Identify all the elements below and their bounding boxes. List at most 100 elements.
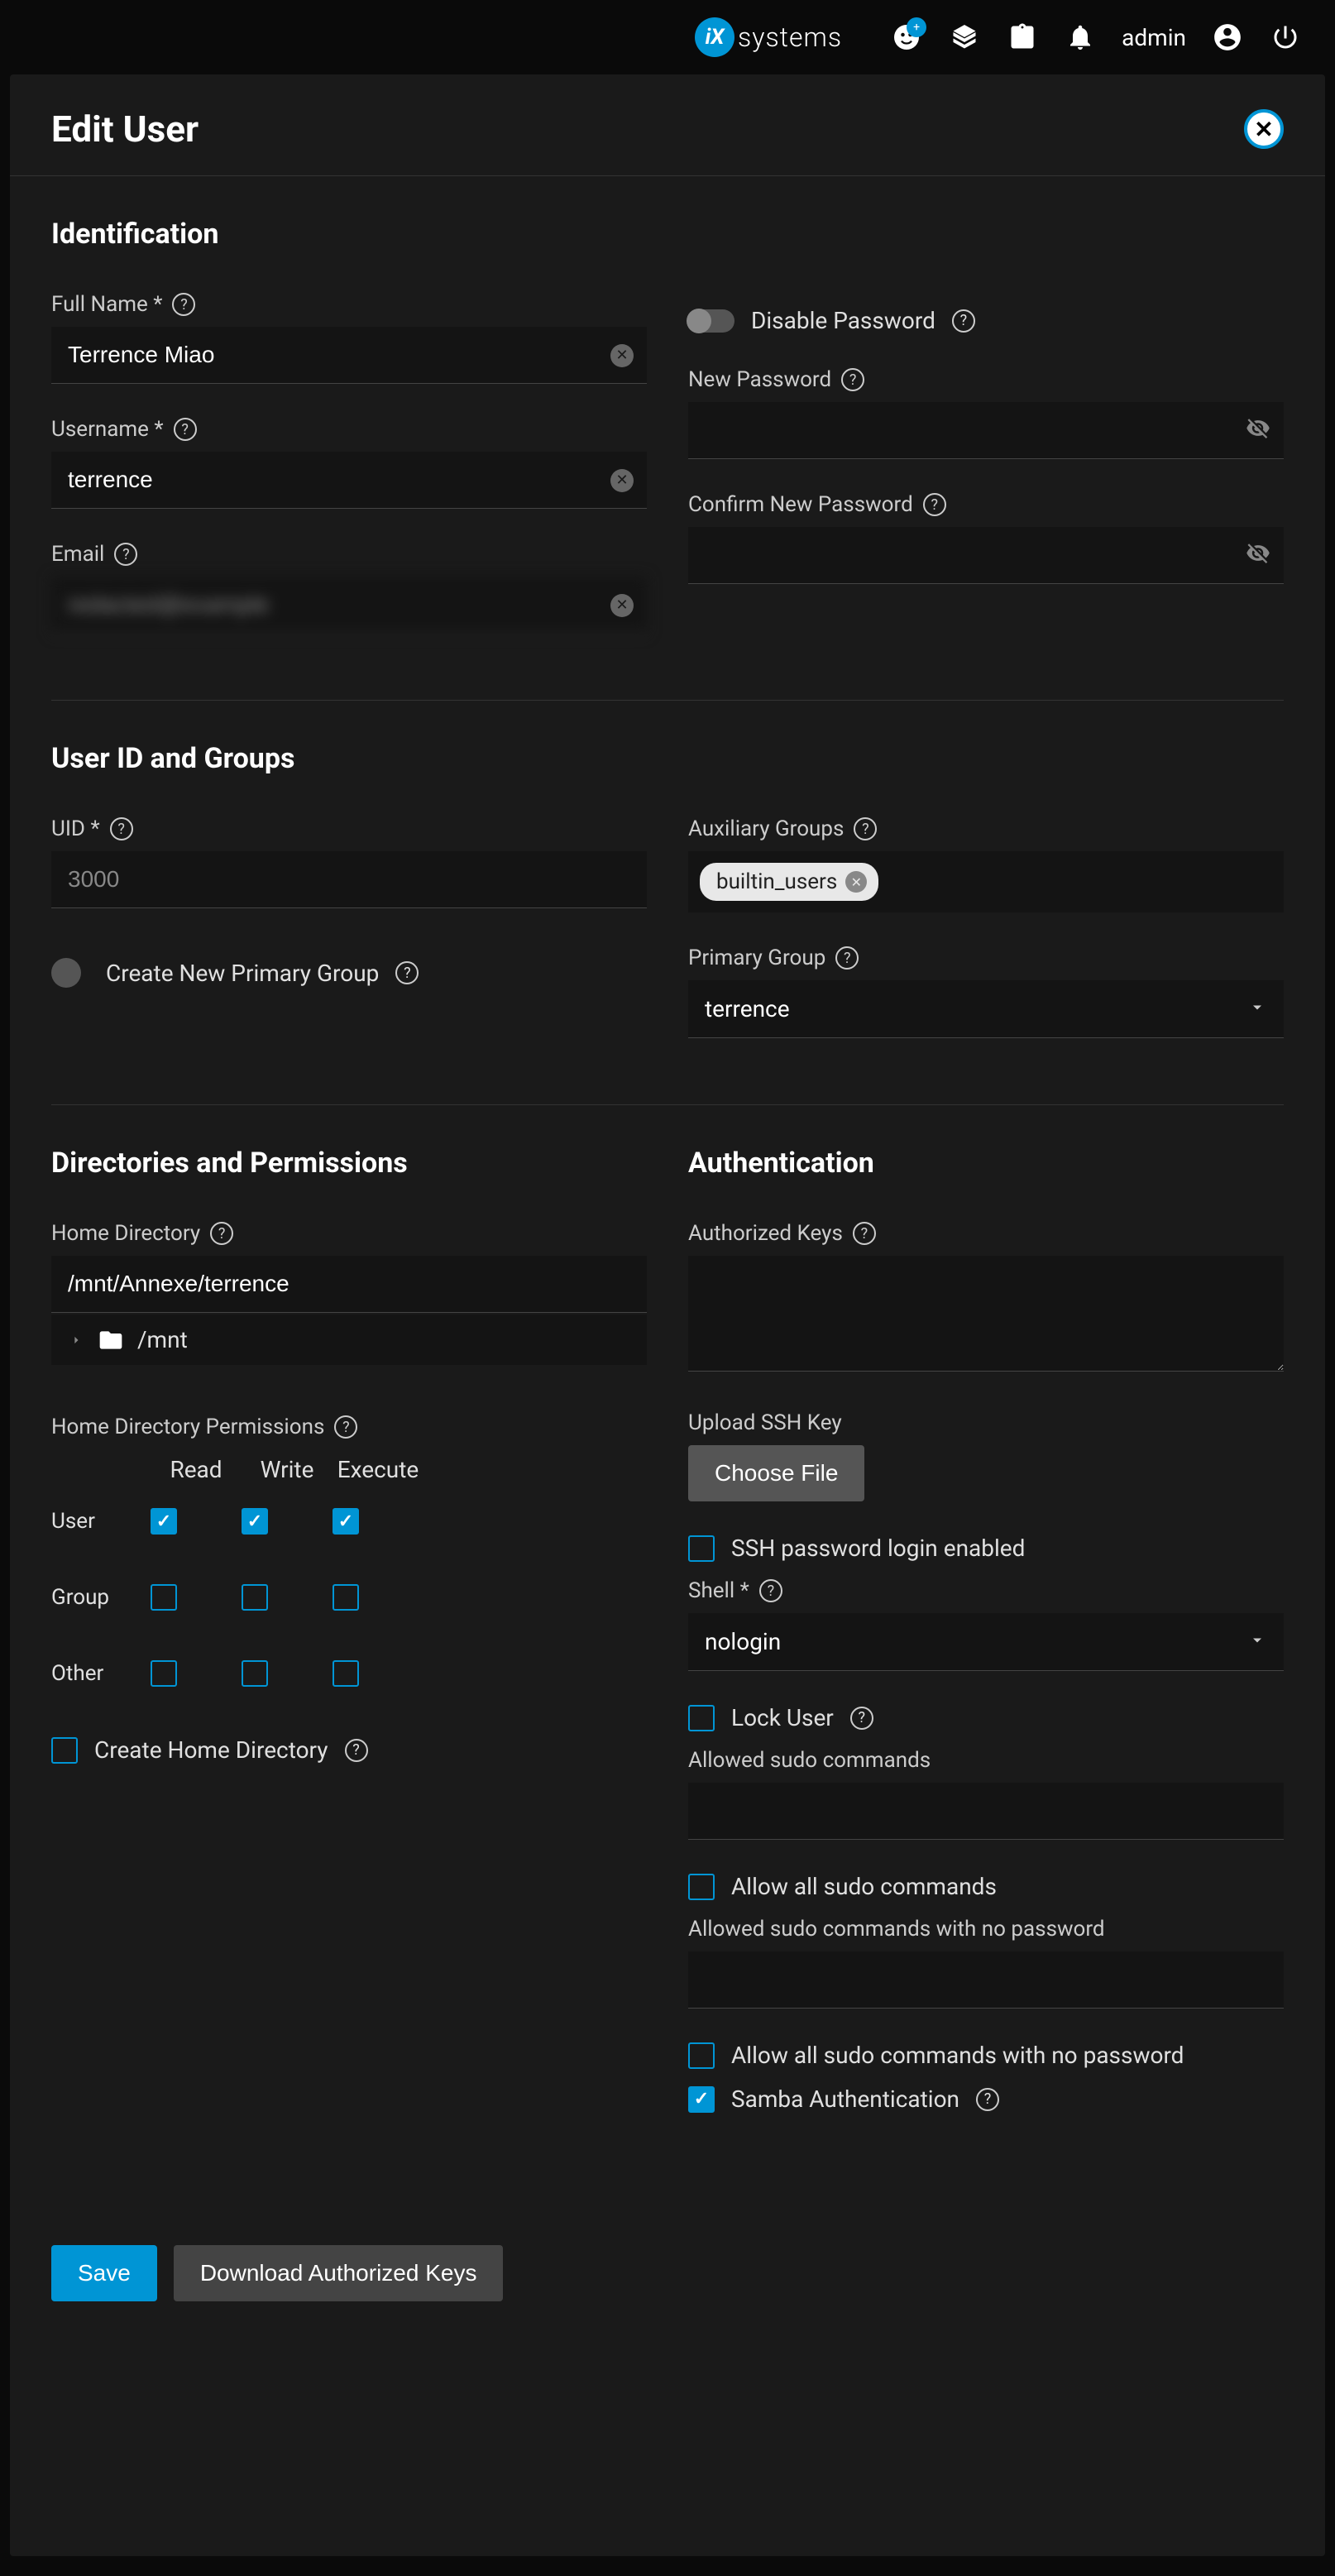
stack-icon[interactable] <box>948 21 981 54</box>
help-icon[interactable]: ? <box>850 1707 873 1730</box>
create-home-label: Create Home Directory <box>94 1736 328 1764</box>
upload-ssh-label: Upload SSH Key <box>688 1410 1284 1435</box>
badge-dot: + <box>907 17 926 37</box>
section-uid-groups: User ID and Groups <box>51 742 1284 775</box>
help-icon[interactable]: ? <box>853 1222 876 1245</box>
help-icon[interactable]: ? <box>114 543 137 566</box>
section-identification: Identification <box>51 218 1284 251</box>
samba-auth-label: Samba Authentication <box>731 2085 959 2113</box>
aux-groups-input[interactable]: builtin_users ✕ <box>688 851 1284 912</box>
sudo-nopass-label: Allowed sudo commands with no password <box>688 1917 1284 1942</box>
email-label: Email ? <box>51 542 647 567</box>
aux-groups-label: Auxiliary Groups ? <box>688 816 1284 841</box>
sudo-nopass-input[interactable] <box>688 1951 1284 2009</box>
emoji-icon[interactable]: + <box>890 21 923 54</box>
help-icon[interactable]: ? <box>923 493 946 516</box>
confirm-password-input[interactable] <box>688 527 1284 584</box>
clear-icon[interactable]: ✕ <box>610 469 634 492</box>
perm-group-write-checkbox[interactable] <box>242 1584 268 1611</box>
visibility-off-icon[interactable] <box>1246 415 1270 446</box>
section-auth: Authentication <box>688 1147 1284 1180</box>
folder-icon <box>98 1327 124 1353</box>
sudo-cmds-label: Allowed sudo commands <box>688 1748 1284 1773</box>
help-icon[interactable]: ? <box>854 817 877 840</box>
clear-icon[interactable]: ✕ <box>610 594 634 617</box>
chip-remove-icon[interactable]: ✕ <box>845 871 867 893</box>
create-home-checkbox[interactable] <box>51 1737 78 1764</box>
help-icon[interactable]: ? <box>841 368 864 391</box>
perm-group-exec-checkbox[interactable] <box>333 1584 359 1611</box>
shell-select[interactable]: nologin <box>688 1613 1284 1671</box>
help-icon[interactable]: ? <box>210 1222 233 1245</box>
username-label: admin <box>1122 24 1186 51</box>
footer-actions: Save Download Authorized Keys <box>51 2245 1284 2301</box>
help-icon[interactable]: ? <box>334 1415 357 1439</box>
username-input[interactable] <box>51 452 647 509</box>
allow-all-sudo-nopass-label: Allow all sudo commands with no password <box>731 2042 1184 2069</box>
perm-user-read-checkbox[interactable] <box>151 1508 177 1535</box>
email-input[interactable] <box>51 577 647 634</box>
help-icon[interactable]: ? <box>759 1579 782 1602</box>
full-name-input[interactable] <box>51 327 647 384</box>
perm-header-write: Write <box>242 1456 333 1483</box>
close-button[interactable]: ✕ <box>1244 109 1284 149</box>
help-icon[interactable]: ? <box>174 418 197 441</box>
home-dir-input[interactable] <box>51 1256 647 1313</box>
help-icon[interactable]: ? <box>110 817 133 840</box>
chevron-right-icon <box>68 1332 84 1348</box>
topbar: iX systems + admin <box>0 0 1335 74</box>
page-title: Edit User <box>51 108 199 151</box>
edit-user-panel: Edit User ✕ Identification Full Name * ?… <box>10 74 1325 2556</box>
new-password-label: New Password ? <box>688 367 1284 392</box>
visibility-off-icon[interactable] <box>1246 540 1270 571</box>
uid-input[interactable] <box>51 851 647 908</box>
help-icon[interactable]: ? <box>952 309 975 333</box>
perm-header-read: Read <box>151 1456 242 1483</box>
perm-group-read-checkbox[interactable] <box>151 1584 177 1611</box>
allow-all-sudo-label: Allow all sudo commands <box>731 1873 997 1900</box>
ssh-password-checkbox[interactable] <box>688 1535 715 1562</box>
logo-badge-icon: iX <box>695 17 734 57</box>
lock-user-label: Lock User <box>731 1704 834 1731</box>
disabled-toggle-icon <box>51 958 81 988</box>
choose-file-button[interactable]: Choose File <box>688 1445 864 1501</box>
perm-user-exec-checkbox[interactable] <box>333 1508 359 1535</box>
bell-icon[interactable] <box>1064 21 1097 54</box>
home-dir-label: Home Directory ? <box>51 1221 647 1246</box>
tree-label: /mnt <box>137 1326 188 1353</box>
uid-label: UID * ? <box>51 816 647 841</box>
perm-header-exec: Execute <box>333 1456 423 1483</box>
samba-auth-checkbox[interactable] <box>688 2086 715 2113</box>
help-icon[interactable]: ? <box>976 2088 999 2111</box>
sudo-cmds-input[interactable] <box>688 1783 1284 1840</box>
username-label: Username * ? <box>51 417 647 442</box>
toggle-knob <box>687 309 711 333</box>
help-icon[interactable]: ? <box>835 946 859 970</box>
download-keys-button[interactable]: Download Authorized Keys <box>174 2245 504 2301</box>
help-icon[interactable]: ? <box>395 961 419 984</box>
perm-row-other: Other <box>51 1661 151 1686</box>
tree-item[interactable]: /mnt <box>51 1314 647 1365</box>
auth-keys-textarea[interactable] <box>688 1256 1284 1372</box>
account-icon[interactable] <box>1211 21 1244 54</box>
primary-group-select[interactable]: terrence <box>688 980 1284 1038</box>
new-password-input[interactable] <box>688 402 1284 459</box>
allow-all-sudo-checkbox[interactable] <box>688 1874 715 1900</box>
disable-password-toggle[interactable] <box>688 309 734 333</box>
allow-all-sudo-nopass-checkbox[interactable] <box>688 2042 715 2069</box>
save-button[interactable]: Save <box>51 2245 157 2301</box>
perm-user-write-checkbox[interactable] <box>242 1508 268 1535</box>
help-icon[interactable]: ? <box>172 293 195 316</box>
group-chip: builtin_users ✕ <box>700 863 878 901</box>
clear-icon[interactable]: ✕ <box>610 344 634 367</box>
perm-other-write-checkbox[interactable] <box>242 1660 268 1687</box>
power-icon[interactable] <box>1269 21 1302 54</box>
clipboard-icon[interactable] <box>1006 21 1039 54</box>
logo[interactable]: iX systems <box>695 17 842 57</box>
perm-other-exec-checkbox[interactable] <box>333 1660 359 1687</box>
lock-user-checkbox[interactable] <box>688 1705 715 1731</box>
perm-other-read-checkbox[interactable] <box>151 1660 177 1687</box>
perm-row-user: User <box>51 1509 151 1534</box>
disable-password-label: Disable Password <box>751 307 935 334</box>
help-icon[interactable]: ? <box>345 1739 368 1762</box>
